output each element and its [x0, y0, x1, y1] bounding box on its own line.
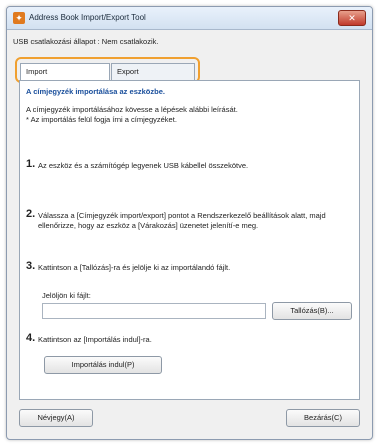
close-button[interactable]: Bezárás(C)	[286, 409, 360, 427]
import-panel: A címjegyzék importálása az eszközbe. A …	[19, 80, 360, 400]
step-number: 2.	[26, 208, 36, 220]
step-number: 3.	[26, 260, 36, 272]
window-title: Address Book Import/Export Tool	[29, 13, 146, 22]
step-text: Kattintson a [Tallózás]-ra és jelölje ki…	[38, 263, 231, 272]
step-text: Az eszköz és a számítógép legyenek USB k…	[38, 161, 249, 170]
window-close-button[interactable]: ✕	[338, 10, 366, 26]
step-1: 1. Az eszköz és a számítógép legyenek USB…	[26, 159, 356, 171]
intro-line-2: * Az importálás felül fogja írni a címje…	[26, 115, 177, 124]
file-field-label: Jelöljön ki fájlt:	[42, 291, 91, 300]
intro-line-1: A címjegyzék importálásához kövesse a lé…	[26, 105, 238, 114]
tab-export[interactable]: Export	[111, 63, 195, 80]
intro-text: A címjegyzék importálásához kövesse a lé…	[26, 105, 356, 125]
usb-status: USB csatlakozási állapot : Nem csatlakoz…	[13, 37, 159, 46]
tab-import[interactable]: Import	[20, 63, 110, 81]
title-bar: ✦ Address Book Import/Export Tool ✕	[7, 7, 372, 30]
contacts-button[interactable]: Névjegy(A)	[19, 409, 93, 427]
step-text: Kattintson az [Importálás indul]-ra.	[38, 335, 152, 344]
panel-title: A címjegyzék importálása az eszközbe.	[26, 87, 165, 96]
browse-button[interactable]: Tallózás(B)...	[272, 302, 352, 320]
app-icon: ✦	[13, 12, 25, 24]
step-2: 2. Válassza a [Címjegyzék import/export] …	[26, 209, 356, 231]
step-number: 1.	[26, 158, 36, 170]
step-text: Válassza a [Címjegyzék import/export] po…	[38, 211, 326, 230]
address-book-tool-window: ✦ Address Book Import/Export Tool ✕ USB …	[6, 6, 373, 440]
step-4: 4. Kattintson az [Importálás indul]-ra.	[26, 333, 356, 345]
step-number: 4.	[26, 332, 36, 344]
file-path-input[interactable]	[42, 303, 266, 319]
start-import-button[interactable]: Importálás indul(P)	[44, 356, 162, 374]
step-3: 3. Kattintson a [Tallózás]-ra és jelölje …	[26, 261, 356, 273]
